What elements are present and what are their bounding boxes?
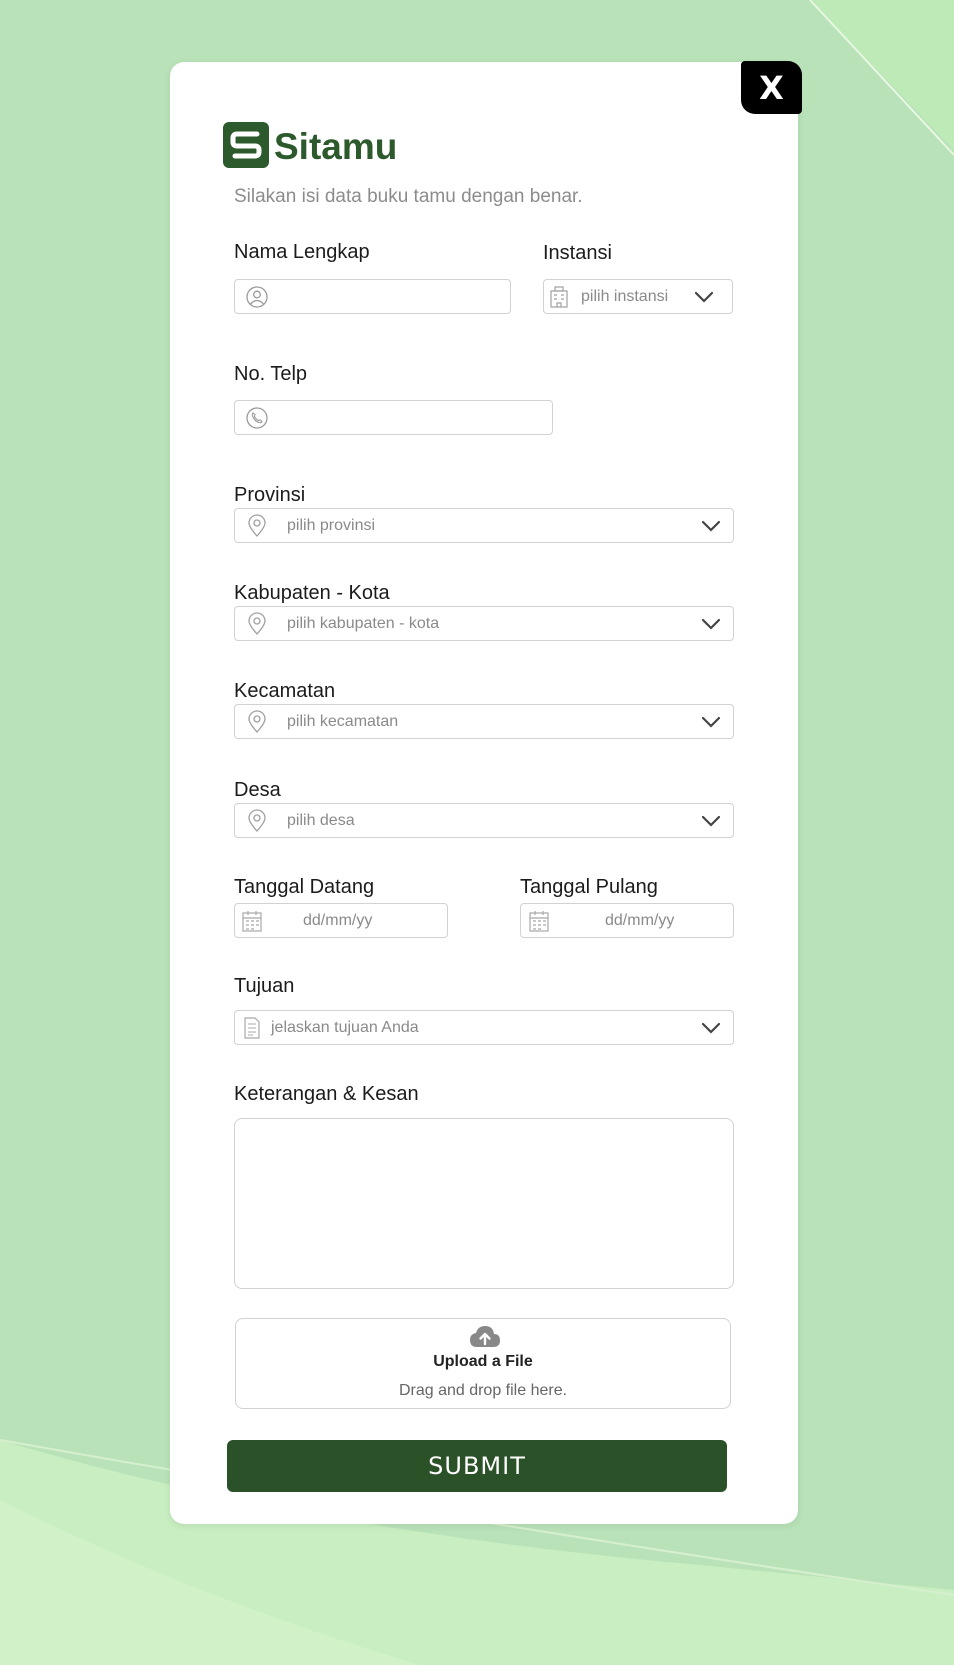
tanggal-datang-placeholder: dd/mm/yy	[303, 911, 373, 929]
chevron-down-icon	[701, 618, 721, 630]
tanggal-pulang-placeholder: dd/mm/yy	[605, 911, 675, 929]
telp-input[interactable]	[275, 400, 544, 435]
sitamu-logo	[223, 122, 269, 168]
desa-select[interactable]: pilih desa	[234, 803, 734, 838]
kecamatan-placeholder: pilih kecamatan	[287, 712, 399, 730]
chevron-down-icon	[701, 815, 721, 827]
tanggal-pulang-label: Tanggal Pulang	[520, 876, 658, 898]
tanggal-pulang-field[interactable]: dd/mm/yy	[520, 903, 734, 938]
nama-label: Nama Lengkap	[234, 241, 370, 263]
instansi-label: Instansi	[543, 242, 612, 264]
provinsi-select[interactable]: pilih provinsi	[234, 508, 734, 543]
tujuan-select[interactable]: jelaskan tujuan Anda	[234, 1010, 734, 1045]
telp-label: No. Telp	[234, 363, 308, 385]
instansi-placeholder: pilih instansi	[581, 287, 669, 305]
location-pin-icon	[248, 808, 266, 832]
location-pin-icon	[248, 513, 266, 537]
chevron-down-icon	[701, 716, 721, 728]
keterangan-textarea[interactable]	[234, 1118, 734, 1289]
tujuan-label: Tujuan	[234, 975, 295, 997]
tujuan-placeholder: jelaskan tujuan Anda	[271, 1018, 419, 1036]
phone-icon	[246, 406, 268, 429]
file-upload-dropzone[interactable]: Upload a File Drag and drop file here.	[235, 1318, 731, 1409]
form-subtitle: Silakan isi data buku tamu dengan benar.	[234, 186, 583, 207]
desa-placeholder: pilih desa	[287, 811, 355, 829]
provinsi-placeholder: pilih provinsi	[287, 516, 376, 534]
keterangan-label: Keterangan & Kesan	[234, 1083, 419, 1105]
tanggal-datang-field[interactable]: dd/mm/yy	[234, 903, 448, 938]
desa-label: Desa	[234, 779, 281, 801]
instansi-select[interactable]: pilih instansi	[543, 279, 733, 314]
brand-name: Sitamu	[274, 126, 398, 167]
building-icon	[550, 285, 568, 308]
chevron-down-icon	[701, 520, 721, 532]
location-pin-icon	[248, 611, 266, 635]
location-pin-icon	[248, 709, 266, 733]
user-icon	[246, 285, 268, 308]
submit-button[interactable]: SUBMIT	[227, 1440, 727, 1492]
upload-title: Upload a File	[433, 1353, 533, 1370]
document-icon	[244, 1016, 260, 1039]
provinsi-label: Provinsi	[234, 484, 306, 506]
telp-field[interactable]	[234, 400, 553, 435]
nama-field[interactable]	[234, 279, 511, 314]
tanggal-datang-label: Tanggal Datang	[234, 876, 375, 898]
kabupaten-select[interactable]: pilih kabupaten - kota	[234, 606, 734, 641]
chevron-down-icon	[694, 291, 714, 303]
kecamatan-label: Kecamatan	[234, 680, 336, 702]
nama-input[interactable]	[275, 279, 504, 314]
calendar-icon	[242, 910, 262, 932]
upload-subtitle: Drag and drop file here.	[398, 1382, 568, 1399]
kabupaten-label: Kabupaten - Kota	[234, 582, 390, 604]
kecamatan-select[interactable]: pilih kecamatan	[234, 704, 734, 739]
kabupaten-placeholder: pilih kabupaten - kota	[287, 614, 440, 632]
chevron-down-icon	[701, 1022, 721, 1034]
calendar-icon	[529, 910, 549, 932]
close-button[interactable]: X	[741, 61, 802, 114]
cloud-upload-icon	[470, 1326, 500, 1347]
